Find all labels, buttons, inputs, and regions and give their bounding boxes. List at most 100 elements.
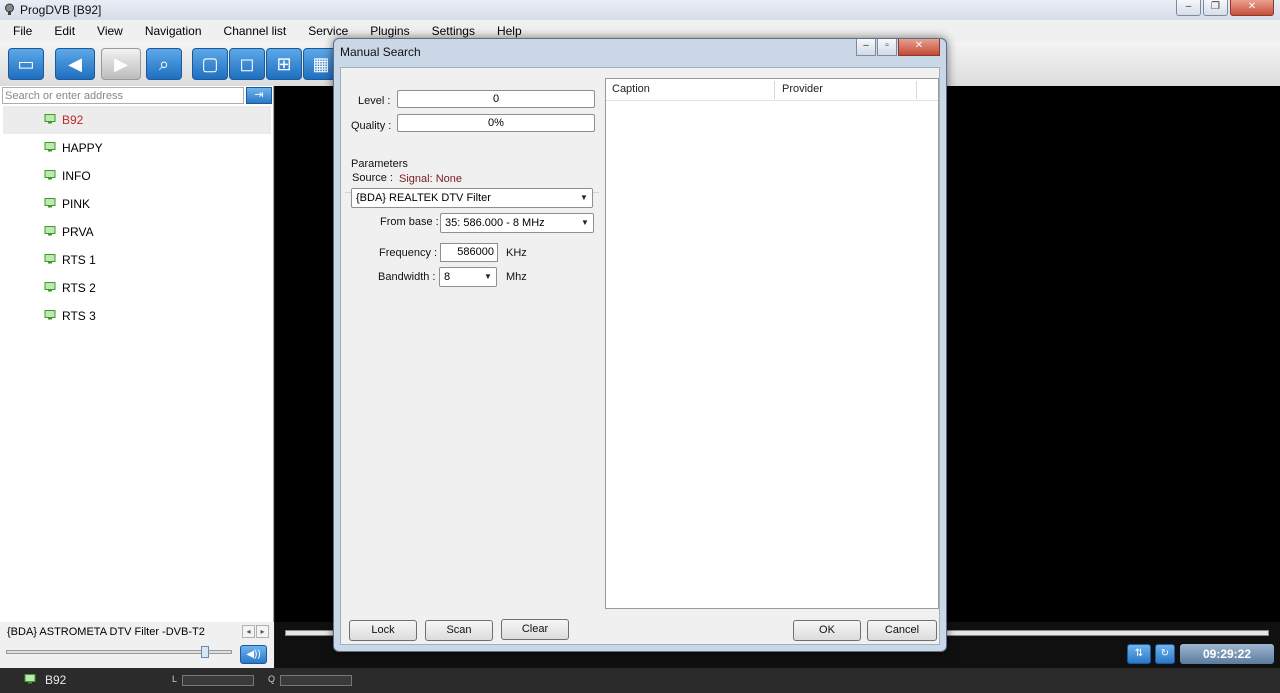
source-status: {BDA} ASTROMETA DTV Filter -DVB-T2 ◂ ▸ [0,622,274,644]
record-icon[interactable]: ⇅ [1127,644,1151,664]
panel-icon[interactable]: ▭ [8,48,44,80]
source-label: {BDA} ASTROMETA DTV Filter -DVB-T2 [7,626,205,638]
chevron-down-icon: ▼ [580,193,588,202]
frequency-unit: KHz [506,247,527,259]
column-caption[interactable]: Caption [612,83,650,95]
maximize-button[interactable]: ❐ [1203,0,1228,16]
dialog-close-button[interactable]: ✕ [898,39,940,56]
dialog-title: Manual Search [340,45,421,59]
tv-icon [44,198,56,208]
source-select-value: {BDA} REALTEK DTV Filter [356,192,491,204]
channel-label: RTS 2 [62,281,96,295]
channel-label: RTS 1 [62,253,96,267]
channel-label: INFO [62,169,91,183]
manual-search-dialog: Manual Search ‒ ▫ ✕ Level : 0 Quality : … [333,38,947,652]
lock-button[interactable]: Lock [349,620,417,641]
source-select[interactable]: {BDA} REALTEK DTV Filter ▼ [351,188,593,208]
statusbar: B92 L Q [0,668,1280,693]
volume-row: ◀)) [0,644,274,668]
quality-meter-label: Q [268,674,276,684]
minimize-button[interactable]: ‒ [1176,0,1201,16]
ok-button[interactable]: OK [793,620,861,641]
menu-help[interactable]: Help [484,24,531,38]
menu-file[interactable]: File [0,24,41,38]
tv-icon [44,310,56,320]
refresh-icon[interactable]: ↻ [1155,644,1175,664]
quality-label: Quality : [351,120,392,132]
list-header: Caption Provider [606,79,938,101]
quality-meter [280,675,352,686]
channel-item-pink[interactable]: PINK [3,190,271,218]
bandwidth-select[interactable]: 8 ▼ [439,267,497,287]
from-base-label: From base : [380,216,439,228]
level-meter [182,675,254,686]
channel-label: HAPPY [62,141,103,155]
channel-panel: ⇥ B92 HAPPY INFO PINK PRVA RTS 1 RTS 2 [0,86,274,644]
channel-item-prva[interactable]: PRVA [3,218,271,246]
bandwidth-label: Bandwidth : [378,271,436,283]
volume-icon[interactable]: ◀)) [240,645,267,664]
scroll-left-icon[interactable]: ◂ [242,625,255,638]
window-titlebar: ProgDVB [B92] ‒ ❐ ✕ [0,0,1280,20]
level-meter-label: L [172,674,178,684]
volume-slider[interactable] [6,650,232,654]
tv-icon [44,142,56,152]
close-button[interactable]: ✕ [1230,0,1274,16]
window-title: ProgDVB [B92] [20,3,102,17]
channel-label: PRVA [62,225,94,239]
forward-icon[interactable]: ▶ [101,48,141,80]
menu-settings[interactable]: Settings [419,24,484,38]
bandwidth-unit: Mhz [506,271,527,283]
search-icon[interactable]: ⌕ [146,48,182,80]
channel-list: B92 HAPPY INFO PINK PRVA RTS 1 RTS 2 RTS… [3,106,271,330]
channel-results-list[interactable]: Caption Provider [605,78,939,609]
menu-channel-list[interactable]: Channel list [211,24,296,38]
search-input[interactable] [2,87,244,104]
menu-edit[interactable]: Edit [41,24,84,38]
channel-item-rts-3[interactable]: RTS 3 [3,302,271,330]
search-go-icon[interactable]: ⇥ [246,87,272,104]
menu-service[interactable]: Service [295,24,357,38]
column-provider[interactable]: Provider [782,83,823,95]
tv-icon [44,254,56,264]
channel-item-rts-2[interactable]: RTS 2 [3,274,271,302]
menu-navigation[interactable]: Navigation [132,24,211,38]
parameters-label: Parameters [351,158,408,170]
menu-plugins[interactable]: Plugins [357,24,418,38]
channel-item-info[interactable]: INFO [3,162,271,190]
scan-button[interactable]: Scan [425,620,493,641]
from-base-value: 35: 586.000 - 8 MHz [445,217,545,229]
clear-button[interactable]: Clear [501,619,569,640]
channel-item-b92[interactable]: B92 [3,106,271,134]
tv-icon [44,226,56,236]
channel-label: B92 [62,113,84,127]
volume-slider-thumb[interactable] [200,646,209,658]
fullscreen-icon[interactable]: ◻ [229,48,265,80]
channel-item-rts-1[interactable]: RTS 1 [3,246,271,274]
menu-view[interactable]: View [84,24,132,38]
dialog-body: Level : 0 Quality : 0% Signal: None Para… [340,67,940,645]
signal-status: Signal: None [399,173,462,185]
quality-value: 0% [397,114,595,132]
grid-4-icon[interactable]: ⊞ [266,48,302,80]
back-icon[interactable]: ◀ [55,48,95,80]
chevron-down-icon: ▼ [581,218,589,227]
status-channel: B92 [45,673,67,687]
dialog-maximize-button[interactable]: ▫ [877,39,897,56]
tv-icon [44,114,56,124]
tv-icon [44,170,56,180]
dialog-minimize-button[interactable]: ‒ [856,39,876,56]
from-base-select[interactable]: 35: 586.000 - 8 MHz ▼ [440,213,594,233]
chevron-down-icon: ▼ [484,272,492,281]
scroll-right-icon[interactable]: ▸ [256,625,269,638]
channel-item-happy[interactable]: HAPPY [3,134,271,162]
frequency-label: Frequency : [379,247,438,259]
cancel-button[interactable]: Cancel [867,620,937,641]
progdvb-app-icon [5,3,14,15]
channel-label: PINK [62,197,91,211]
frequency-field[interactable]: 586000 [440,243,498,262]
window-icon[interactable]: ▢ [192,48,228,80]
column-divider [916,81,917,99]
source-field-label: Source : [352,172,393,184]
tv-icon [24,674,36,684]
